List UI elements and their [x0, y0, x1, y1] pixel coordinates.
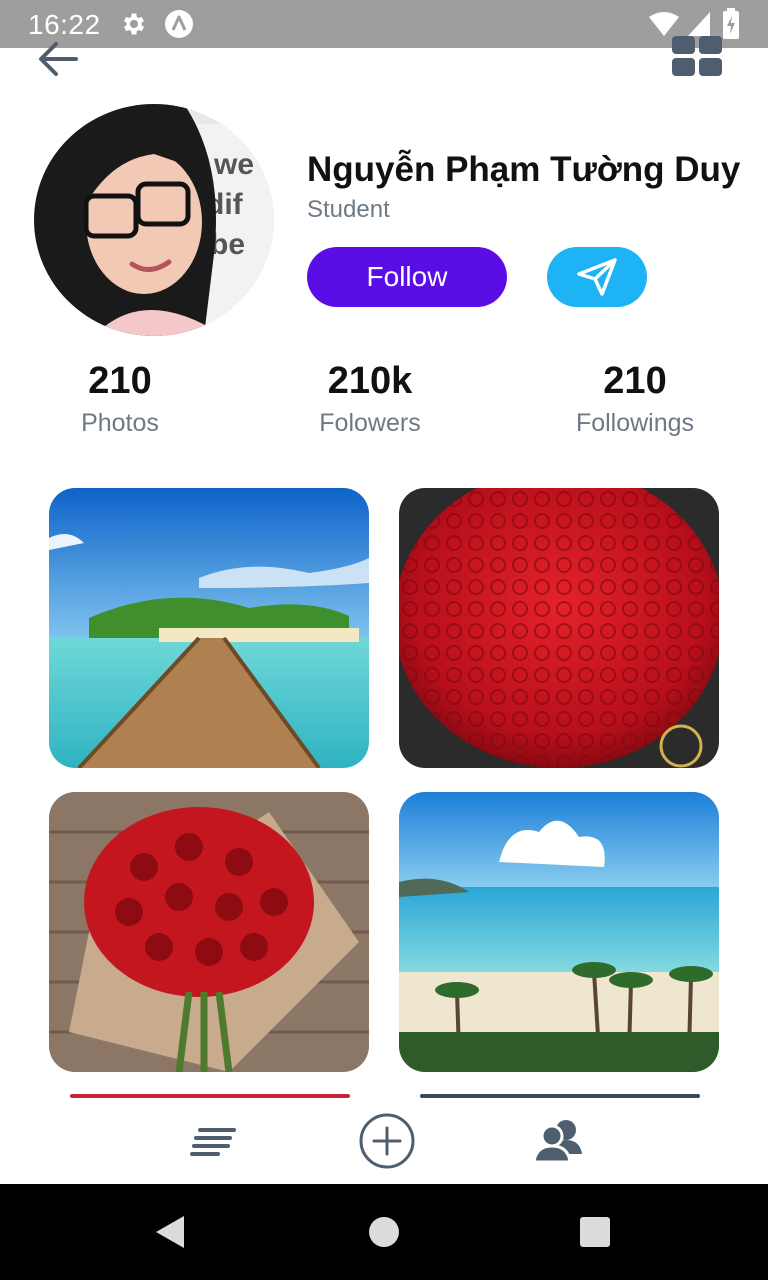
people-icon[interactable] [532, 1116, 586, 1164]
stat-followings-value: 210 [603, 360, 667, 402]
stat-photos-value: 210 [88, 360, 152, 402]
battery-icon [723, 8, 739, 39]
follow-button[interactable]: Follow [307, 247, 507, 307]
gear-icon [123, 13, 145, 35]
stat-followers-value: 210k [327, 360, 413, 402]
status-bar: 16:22 [0, 0, 768, 48]
feed-icon[interactable] [190, 1124, 238, 1160]
status-time: 16:22 [28, 9, 101, 40]
photo-tropical-pier[interactable] [49, 488, 369, 768]
photo-beach-palms[interactable] [399, 792, 719, 1072]
avatar: we dif be [34, 104, 274, 336]
stat-followers-label: Folowers [319, 409, 421, 437]
send-message-button[interactable] [547, 247, 647, 307]
stat-followings-label: Followings [575, 409, 695, 437]
add-circle-icon[interactable] [358, 1112, 416, 1170]
stat-followings[interactable]: 210 Followings [565, 360, 705, 438]
photo-red-rose-bouquet-round[interactable] [399, 488, 719, 768]
home-circle-icon[interactable] [369, 1217, 399, 1247]
profile-name: Nguyễn Phạm Tường Duy [307, 150, 741, 189]
back-triangle-icon[interactable] [152, 1214, 188, 1250]
stat-followers[interactable]: 210k Folowers [300, 360, 440, 438]
arrow-left-icon[interactable] [36, 38, 82, 80]
profile-role: Student [307, 196, 390, 223]
bottom-nav [0, 1098, 768, 1184]
stat-photos[interactable]: 210 Photos [60, 360, 180, 438]
send-icon [577, 258, 617, 296]
stat-photos-label: Photos [81, 409, 159, 437]
svg-text:we: we [213, 148, 254, 181]
photo-red-rose-bouquet-wrapped[interactable] [49, 792, 369, 1072]
system-nav-bar [0, 1184, 768, 1280]
a-icon [165, 10, 193, 38]
grid-view-icon[interactable] [670, 34, 724, 78]
recents-square-icon[interactable] [580, 1217, 610, 1247]
